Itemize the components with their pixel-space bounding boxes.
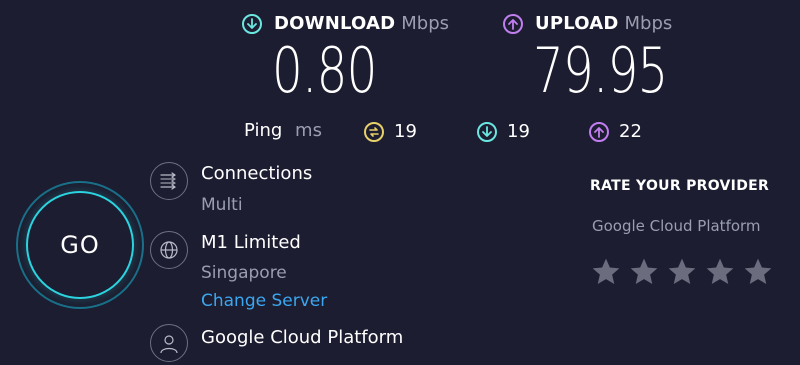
- ping-idle-value: 19: [394, 121, 417, 142]
- ping-upload-icon: [589, 121, 609, 142]
- download-label: DOWNLOAD: [274, 13, 396, 34]
- arrow-down-circle-icon: [242, 13, 262, 34]
- upload-label: UPLOAD: [535, 13, 619, 34]
- go-button[interactable]: GO: [26, 191, 134, 299]
- server-name: Google Cloud Platform: [201, 327, 404, 348]
- globe-icon: [150, 231, 188, 269]
- star-1-icon[interactable]: [590, 256, 622, 288]
- upload-header: UPLOAD Mbps: [503, 13, 672, 34]
- ping-upload: 22: [589, 121, 642, 142]
- ping-idle: 19: [364, 121, 417, 142]
- star-3-icon[interactable]: [666, 256, 698, 288]
- ping-unit: ms: [295, 120, 322, 141]
- ping-upload-value: 22: [619, 121, 642, 142]
- isp-location: Singapore: [201, 263, 287, 283]
- upload-unit: Mbps: [624, 13, 673, 34]
- download-header: DOWNLOAD Mbps: [242, 13, 449, 34]
- user-icon: [150, 324, 188, 362]
- rating-provider: Google Cloud Platform: [592, 217, 761, 235]
- star-2-icon[interactable]: [628, 256, 660, 288]
- ping-download: 19: [477, 121, 530, 142]
- rating-title: RATE YOUR PROVIDER: [590, 178, 770, 194]
- ping-idle-icon: [364, 121, 384, 142]
- connections-title: Connections: [201, 163, 313, 184]
- ping-download-value: 19: [507, 121, 530, 142]
- isp-name: M1 Limited: [201, 232, 301, 253]
- connections-icon: [150, 162, 188, 200]
- star-4-icon[interactable]: [704, 256, 736, 288]
- star-5-icon[interactable]: [742, 256, 774, 288]
- ping-download-icon: [477, 121, 497, 142]
- ping-label: Ping: [244, 120, 283, 141]
- upload-value: 79.95: [533, 34, 668, 107]
- change-server-link[interactable]: Change Server: [201, 291, 327, 311]
- download-value: 0.80: [272, 34, 377, 107]
- connections-value: Multi: [201, 195, 243, 215]
- download-unit: Mbps: [401, 13, 450, 34]
- ping-label-group: Ping ms: [244, 120, 322, 141]
- go-button-label: GO: [60, 231, 100, 259]
- arrow-up-circle-icon: [503, 13, 523, 34]
